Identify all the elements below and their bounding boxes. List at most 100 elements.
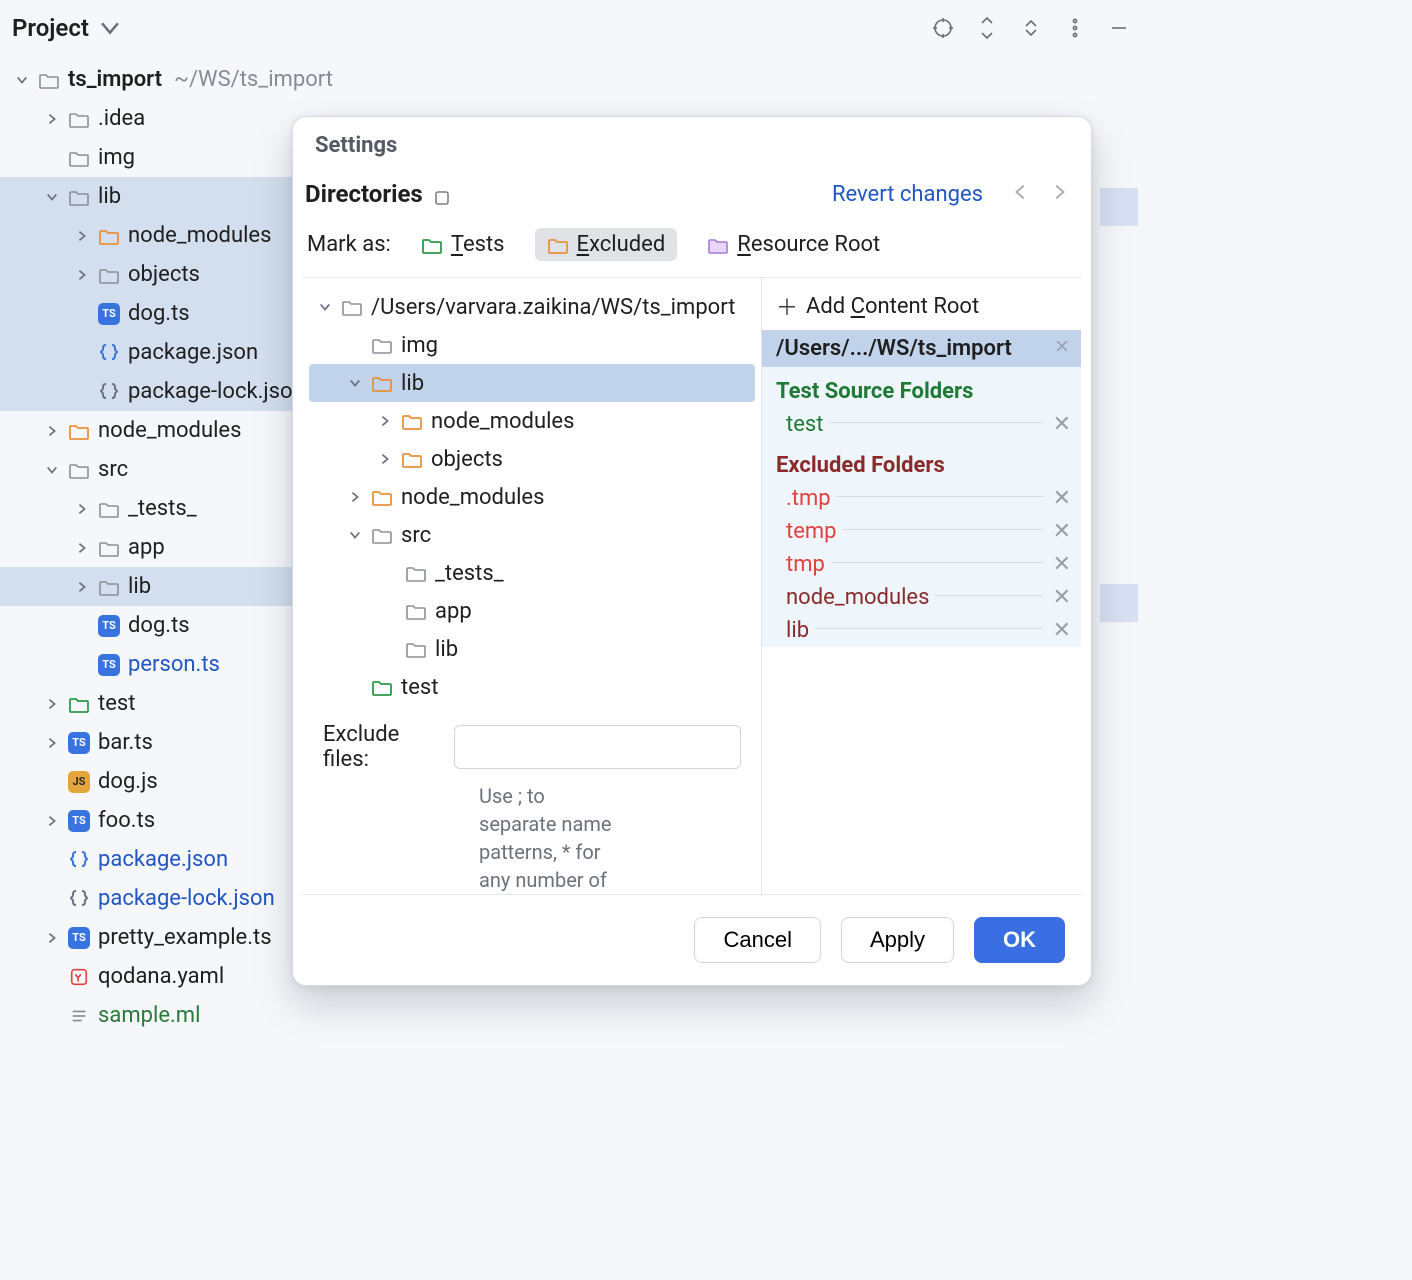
chevron-right-icon[interactable] xyxy=(44,111,60,127)
dir-lib[interactable]: lib xyxy=(309,364,755,402)
ts-file-icon: TS xyxy=(68,927,90,949)
test-folder-item[interactable]: test ✕ xyxy=(762,408,1081,441)
chevron-down-icon[interactable] xyxy=(44,462,60,478)
chevron-right-icon[interactable] xyxy=(377,415,393,427)
back-icon[interactable] xyxy=(1011,182,1031,207)
mini-square-icon[interactable] xyxy=(433,185,451,203)
mark-tests-button[interactable]: Tests xyxy=(409,228,517,261)
tool-window-title[interactable]: Project xyxy=(12,14,123,42)
forward-icon[interactable] xyxy=(1049,182,1069,207)
excluded-folder-item[interactable]: tmp✕ xyxy=(762,548,1081,581)
ts-file-icon: TS xyxy=(98,303,120,325)
folder-icon xyxy=(68,108,90,130)
more-icon[interactable] xyxy=(1062,15,1088,41)
remove-icon[interactable]: ✕ xyxy=(1053,486,1071,511)
mark-as-label: Mark as: xyxy=(307,232,391,257)
folder-icon xyxy=(371,676,393,698)
ts-file-icon: TS xyxy=(68,810,90,832)
chevron-right-icon[interactable] xyxy=(44,696,60,712)
cancel-button[interactable]: Cancel xyxy=(694,917,820,963)
chevron-down-icon[interactable] xyxy=(347,377,363,389)
js-file-icon: JS xyxy=(68,771,90,793)
chevron-right-icon[interactable] xyxy=(44,735,60,751)
folder-icon xyxy=(371,524,393,546)
folder-icon xyxy=(341,296,363,318)
remove-icon[interactable]: ✕ xyxy=(1053,585,1071,610)
folder-icon xyxy=(405,562,427,584)
add-content-root-button[interactable]: ＋ Add Content Root xyxy=(762,282,1081,330)
content-root-item[interactable]: /Users/.../WS/ts_import xyxy=(762,330,1081,367)
folder-icon xyxy=(405,600,427,622)
dialog-title: Directories xyxy=(305,180,423,208)
exclude-files-label: Exclude files: xyxy=(323,722,440,772)
excluded-folders-section: Excluded Folders xyxy=(762,441,1081,482)
chevron-right-icon[interactable] xyxy=(44,813,60,829)
chevron-right-icon[interactable] xyxy=(74,579,90,595)
folder-icon xyxy=(68,693,90,715)
ok-button[interactable]: OK xyxy=(974,917,1065,963)
revert-changes-link[interactable]: Revert changes xyxy=(832,182,983,207)
dir-node-modules[interactable]: node_modules xyxy=(309,478,755,516)
chevron-down-icon[interactable] xyxy=(44,189,60,205)
chevron-right-icon[interactable] xyxy=(74,267,90,283)
chevron-right-icon[interactable] xyxy=(44,423,60,439)
dialog-header: Settings xyxy=(293,117,1091,162)
json-file-icon xyxy=(98,342,120,364)
remove-icon[interactable]: ✕ xyxy=(1053,519,1071,544)
folder-icon xyxy=(38,69,60,91)
background-selection xyxy=(1100,188,1138,226)
dir-lib-objects[interactable]: objects xyxy=(309,440,755,478)
chevron-down-icon[interactable] xyxy=(347,529,363,541)
folder-icon xyxy=(547,234,569,256)
dir-img[interactable]: img xyxy=(309,326,755,364)
excluded-folder-item[interactable]: temp✕ xyxy=(762,515,1081,548)
chevron-down-icon[interactable] xyxy=(317,301,333,313)
content-roots-panel: ＋ Add Content Root /Users/.../WS/ts_impo… xyxy=(761,278,1081,894)
excluded-folder-item[interactable]: .tmp✕ xyxy=(762,482,1081,515)
folder-icon xyxy=(98,225,120,247)
chevron-right-icon[interactable] xyxy=(347,491,363,503)
chevron-right-icon[interactable] xyxy=(74,540,90,556)
mark-resource-button[interactable]: Resource Root xyxy=(695,228,892,261)
tree-root-path: ~/WS/ts_import xyxy=(174,67,333,92)
folder-icon xyxy=(98,498,120,520)
dir-src-app[interactable]: app xyxy=(309,592,755,630)
folder-icon xyxy=(371,334,393,356)
test-folders-section: Test Source Folders xyxy=(762,367,1081,408)
remove-icon[interactable] xyxy=(1053,336,1071,361)
dir-root[interactable]: /Users/varvara.zaikina/WS/ts_import xyxy=(309,288,755,326)
chevron-right-icon[interactable] xyxy=(44,930,60,946)
chevron-down-icon[interactable] xyxy=(14,72,30,88)
dir-src-lib[interactable]: lib xyxy=(309,630,755,668)
collapse-all-icon[interactable] xyxy=(1018,15,1044,41)
plus-icon: ＋ xyxy=(776,290,798,322)
dir-src-tests[interactable]: _tests_ xyxy=(309,554,755,592)
dir-test[interactable]: test xyxy=(309,668,755,706)
hide-icon[interactable] xyxy=(1106,15,1132,41)
folder-icon xyxy=(98,264,120,286)
remove-icon[interactable]: ✕ xyxy=(1053,618,1071,643)
folder-icon xyxy=(68,147,90,169)
target-icon[interactable] xyxy=(930,15,956,41)
exclude-files-input[interactable] xyxy=(454,725,741,769)
json-file-icon xyxy=(68,888,90,910)
chevron-down-icon xyxy=(97,15,123,41)
excluded-folder-item[interactable]: lib✕ xyxy=(762,614,1081,647)
mark-excluded-button[interactable]: Excluded xyxy=(535,228,678,261)
folder-icon xyxy=(401,410,423,432)
ts-file-icon: TS xyxy=(98,615,120,637)
apply-button[interactable]: Apply xyxy=(841,917,954,963)
dir-src[interactable]: src xyxy=(309,516,755,554)
tool-window-title-label: Project xyxy=(12,14,89,42)
project-root[interactable]: ts_import ~/WS/ts_import xyxy=(0,60,560,99)
chevron-right-icon[interactable] xyxy=(74,228,90,244)
excluded-folder-item[interactable]: node_modules✕ xyxy=(762,581,1081,614)
chevron-right-icon[interactable] xyxy=(74,501,90,517)
directories-tree[interactable]: /Users/varvara.zaikina/WS/ts_import img … xyxy=(303,278,761,894)
dir-lib-node-modules[interactable]: node_modules xyxy=(309,402,755,440)
chevron-right-icon[interactable] xyxy=(377,453,393,465)
tree-item-sample-ml[interactable]: sample.ml xyxy=(0,996,560,1035)
remove-icon[interactable]: ✕ xyxy=(1053,412,1071,437)
expand-all-icon[interactable] xyxy=(974,15,1000,41)
remove-icon[interactable]: ✕ xyxy=(1053,552,1071,577)
